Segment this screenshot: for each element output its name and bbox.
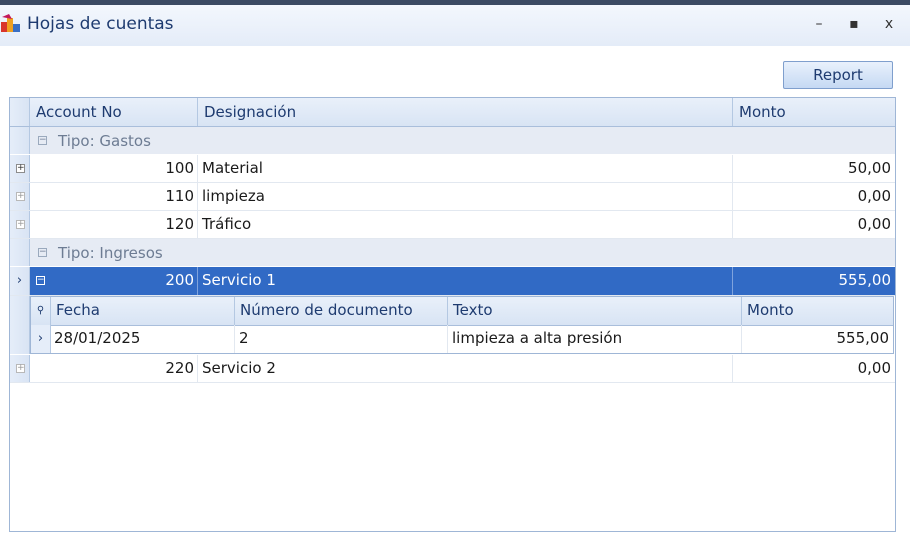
report-button[interactable]: Report bbox=[783, 61, 893, 89]
expand-row-icon[interactable]: + bbox=[16, 192, 25, 201]
table-row[interactable]: + 120 Tráfico 0,00 bbox=[10, 211, 895, 239]
table-row-selected[interactable]: › − 200 Servicio 1 555,00 bbox=[10, 267, 895, 296]
collapse-group-icon[interactable]: − bbox=[38, 248, 47, 257]
group-row-ingresos[interactable]: − Tipo: Ingresos bbox=[10, 239, 895, 267]
column-header-numero-documento[interactable]: Número de documento bbox=[235, 297, 448, 325]
account-no-cell[interactable]: 100 bbox=[30, 155, 198, 182]
designation-cell[interactable]: Servicio 1 bbox=[198, 267, 733, 295]
table-row[interactable]: + 110 limpieza 0,00 bbox=[10, 183, 895, 211]
designation-cell[interactable]: Tráfico bbox=[198, 211, 733, 238]
grid-header: Account No Designación Monto bbox=[10, 98, 895, 127]
column-header-detail-monto[interactable]: Monto bbox=[742, 297, 893, 325]
group-label: Tipo: Gastos bbox=[58, 132, 151, 150]
column-header-texto[interactable]: Texto bbox=[448, 297, 742, 325]
group-label: Tipo: Ingresos bbox=[58, 244, 163, 262]
amount-cell[interactable]: 50,00 bbox=[733, 155, 895, 182]
account-no-cell[interactable]: 200 bbox=[30, 267, 198, 295]
text-cell[interactable]: limpieza a alta presión bbox=[448, 325, 742, 353]
detail-panel: ⚲ Fecha Número de documento Texto Monto … bbox=[30, 296, 895, 354]
table-row[interactable]: + 100 Material 50,00 bbox=[10, 155, 895, 183]
group-row-gastos[interactable]: − Tipo: Gastos bbox=[10, 127, 895, 155]
accounts-grid: Account No Designación Monto − Tipo: Gas… bbox=[9, 97, 896, 532]
column-header-designation[interactable]: Designación bbox=[198, 98, 733, 126]
account-no-cell[interactable]: 120 bbox=[30, 211, 198, 238]
current-row-arrow-icon: › bbox=[16, 273, 23, 288]
designation-cell[interactable]: Material bbox=[198, 155, 733, 182]
main-content: Report Account No Designación Monto − Ti… bbox=[0, 46, 910, 553]
account-no-cell[interactable]: 220 bbox=[30, 355, 198, 382]
amount-cell[interactable]: 0,00 bbox=[733, 183, 895, 210]
amount-cell[interactable]: 555,00 bbox=[733, 267, 895, 295]
minimize-button[interactable]: – bbox=[808, 13, 830, 35]
account-no-cell[interactable]: 110 bbox=[30, 183, 198, 210]
detail-grid: ⚲ Fecha Número de documento Texto Monto … bbox=[30, 296, 894, 354]
column-header-fecha[interactable]: Fecha bbox=[51, 297, 235, 325]
amount-cell[interactable]: 0,00 bbox=[733, 355, 895, 382]
detail-row[interactable]: › 28/01/2025 2 limpieza a alta presión 5… bbox=[31, 325, 893, 353]
expand-row-icon[interactable]: + bbox=[16, 220, 25, 229]
title-bar: Hojas de cuentas – ▪ x bbox=[0, 5, 910, 47]
collapse-group-icon[interactable]: − bbox=[38, 136, 47, 145]
expand-row-icon[interactable]: + bbox=[16, 364, 25, 373]
table-row[interactable]: + 220 Servicio 2 0,00 bbox=[10, 355, 895, 383]
row-indicator bbox=[10, 296, 30, 354]
row-indicator bbox=[10, 127, 30, 154]
expand-row-icon[interactable]: + bbox=[16, 164, 25, 173]
amount-cell[interactable]: 0,00 bbox=[733, 211, 895, 238]
row-indicator: › bbox=[10, 267, 30, 295]
maximize-button[interactable]: ▪ bbox=[843, 13, 865, 35]
window-title: Hojas de cuentas bbox=[27, 14, 174, 34]
close-button[interactable]: x bbox=[878, 13, 900, 35]
date-cell[interactable]: 28/01/2025 bbox=[51, 325, 235, 353]
column-header-monto[interactable]: Monto bbox=[733, 98, 895, 126]
designation-cell[interactable]: Servicio 2 bbox=[198, 355, 733, 382]
search-icon[interactable]: ⚲ bbox=[31, 297, 51, 325]
header-indicator bbox=[10, 98, 30, 126]
detail-grid-header: ⚲ Fecha Número de documento Texto Monto bbox=[31, 297, 893, 326]
row-indicator bbox=[10, 239, 30, 266]
app-icon bbox=[1, 14, 20, 32]
current-row-arrow-icon: › bbox=[31, 325, 51, 353]
column-header-account-no[interactable]: Account No bbox=[30, 98, 198, 126]
detail-amount-cell[interactable]: 555,00 bbox=[742, 325, 893, 353]
designation-cell[interactable]: limpieza bbox=[198, 183, 733, 210]
document-number-cell[interactable]: 2 bbox=[235, 325, 448, 353]
